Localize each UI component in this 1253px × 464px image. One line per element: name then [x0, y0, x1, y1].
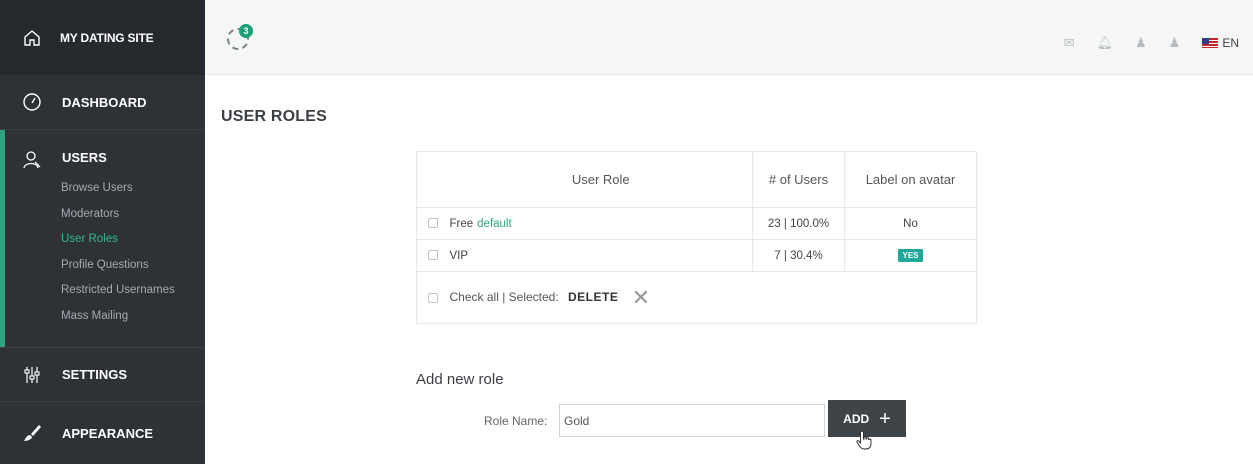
language-selector[interactable]: EN	[1222, 36, 1239, 50]
submenu-mass-mailing[interactable]: Mass Mailing	[61, 308, 205, 334]
plus-icon: +	[879, 407, 891, 430]
sidebar: MY DATING SITE DASHBOARD USERS Browse Us…	[0, 0, 205, 464]
us-flag-icon[interactable]	[1202, 38, 1219, 48]
users-submenu: Browse Users Moderators User Roles Profi…	[0, 180, 205, 333]
submenu-restricted-usernames[interactable]: Restricted Usernames	[61, 282, 205, 308]
submenu-moderators[interactable]: Moderators	[61, 206, 205, 232]
nav-users-label: USERS	[62, 150, 107, 165]
delete-button[interactable]: DELETE	[568, 290, 618, 304]
sync-indicator[interactable]: 3	[227, 24, 253, 50]
check-all-checkbox[interactable]	[428, 293, 439, 304]
settings-sliders-icon	[24, 366, 40, 383]
page-title: USER ROLES	[221, 108, 328, 125]
role-name[interactable]: Free	[450, 218, 474, 230]
avatar-label-value[interactable]: No	[844, 207, 977, 240]
table-header: User Role # of Users Label on avatar	[416, 151, 977, 208]
column-header-label: Label on avatar	[844, 151, 977, 208]
nav-settings-label: SETTINGS	[62, 367, 128, 382]
user-roles-table: User Role # of Users Label on avatar Fre…	[416, 151, 977, 324]
mail-icon[interactable]: ✉	[1064, 36, 1075, 49]
avatar-label-badge[interactable]: YES	[898, 249, 923, 262]
close-icon[interactable]: ✕	[632, 285, 650, 310]
role-name-input[interactable]	[559, 404, 825, 437]
users-count: 23 | 100.0%	[752, 207, 845, 240]
table-row: VIP 7 | 30.4% YES	[416, 239, 977, 272]
add-role-heading: Add new role	[416, 371, 504, 388]
add-button-label: ADD	[843, 411, 870, 426]
column-header-users: # of Users	[752, 151, 845, 208]
nav-dashboard[interactable]: DASHBOARD	[0, 75, 205, 130]
dashboard-gauge-icon	[23, 93, 41, 111]
nav-users-section: USERS Browse Users Moderators User Roles…	[0, 130, 205, 348]
brand-name: MY DATING SITE	[60, 30, 154, 45]
check-all-label: Check all | Selected:	[449, 289, 559, 304]
sync-count-badge: 3	[239, 24, 253, 38]
default-tag: default	[477, 217, 512, 230]
top-bar: 3 ✉ 🔔︎ ♟ ♟ EN	[205, 0, 1253, 75]
nav-dashboard-label: DASHBOARD	[62, 94, 147, 110]
nav-appearance[interactable]: APPEARANCE	[0, 402, 205, 464]
brand-link[interactable]: MY DATING SITE	[0, 0, 205, 75]
users-count: 7 | 30.4%	[752, 239, 845, 272]
column-header-role: User Role	[449, 151, 753, 208]
hand-pointer-icon	[856, 430, 872, 450]
appearance-brush-icon	[24, 425, 41, 441]
user-icon[interactable]: ♟	[1135, 36, 1147, 49]
row-checkbox[interactable]	[428, 250, 439, 261]
nav-users[interactable]: USERS	[0, 150, 205, 172]
table-row: Free default 23 | 100.0% No	[416, 207, 977, 240]
row-checkbox[interactable]	[428, 218, 439, 229]
nav-appearance-label: APPEARANCE	[62, 425, 154, 441]
top-icons: ✉ 🔔︎ ♟ ♟ EN	[1042, 36, 1239, 50]
submenu-browse-users[interactable]: Browse Users	[61, 180, 205, 206]
table-footer: Check all | Selected: DELETE ✕	[416, 271, 977, 324]
role-name[interactable]: VIP	[450, 250, 469, 262]
active-section-indicator	[0, 130, 5, 347]
bell-icon[interactable]: 🔔︎	[1097, 36, 1114, 49]
submenu-user-roles[interactable]: User Roles	[61, 231, 205, 257]
nav-settings[interactable]: SETTINGS	[0, 348, 205, 402]
user-icon[interactable]: ♟	[1169, 36, 1181, 49]
home-icon	[24, 29, 40, 46]
submenu-profile-questions[interactable]: Profile Questions	[61, 257, 205, 283]
users-icon	[23, 151, 41, 169]
role-name-label: Role Name:	[484, 414, 548, 428]
